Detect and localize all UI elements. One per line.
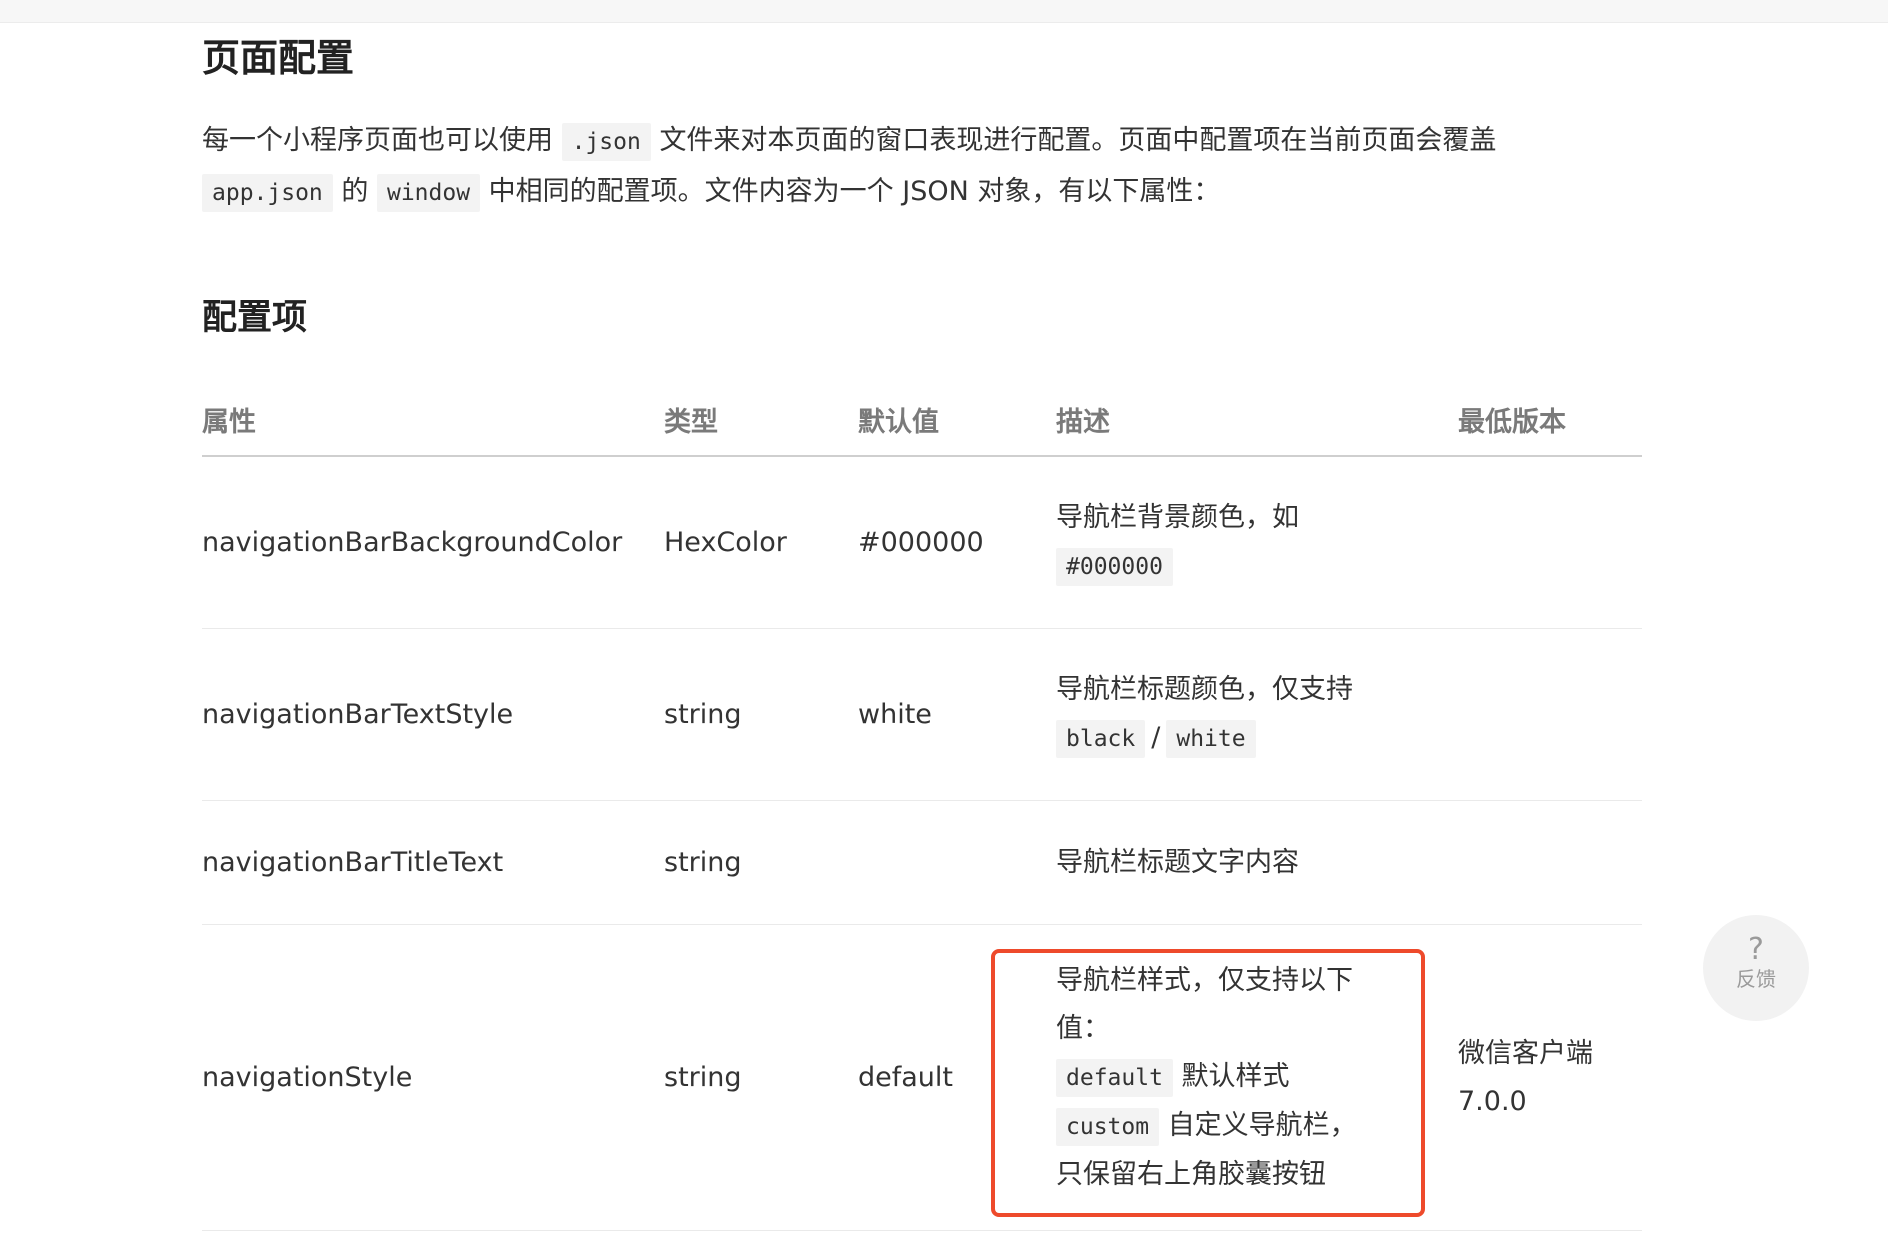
- section-title: 配置项: [202, 298, 308, 338]
- intro-text-1: 每一个小程序页面也可以使用: [202, 125, 553, 156]
- cell-default: default: [858, 924, 1056, 1231]
- desc-custom-text: 自定义导航栏，: [1167, 1109, 1357, 1141]
- desc-code-white: white: [1166, 720, 1256, 758]
- cell-description: 导航栏背景颜色，如 #000000: [1056, 456, 1458, 629]
- cell-type: string: [664, 628, 858, 801]
- cell-default: #000000: [858, 456, 1056, 629]
- desc-text: 导航栏标题文字内容: [1056, 846, 1299, 878]
- intro-code-window: window: [376, 174, 481, 212]
- header-type: 类型: [664, 383, 858, 457]
- cell-min-version: 微信客户端 7.0.0: [1458, 924, 1642, 1231]
- desc-code-line: #000000: [1056, 543, 1458, 590]
- top-bar: [0, 0, 1888, 23]
- page-title: 页面配置: [202, 36, 355, 80]
- intro-paragraph: 每一个小程序页面也可以使用 .json 文件来对本页面的窗口表现进行配置。页面中…: [202, 116, 1642, 218]
- desc-code-line: black / white: [1056, 715, 1458, 762]
- cell-min-version: [1458, 456, 1642, 629]
- intro-text-4: 中相同的配置项。文件内容为一个 JSON 对象，有以下属性：: [488, 176, 1221, 207]
- cell-description: 导航栏标题颜色，仅支持 black / white: [1056, 628, 1458, 801]
- cell-type: string: [664, 800, 858, 925]
- header-default: 默认值: [858, 383, 1056, 457]
- min-version-line-1: 微信客户端: [1458, 1037, 1593, 1069]
- intro-code-app-json: app.json: [202, 174, 333, 212]
- cell-type: string: [664, 924, 858, 1231]
- min-version-line-2: 7.0.0: [1458, 1085, 1527, 1117]
- desc-code-default: default: [1056, 1058, 1173, 1097]
- desc-line-1: 导航栏样式，仅支持以下: [1056, 964, 1353, 996]
- intro-code-json: .json: [561, 123, 651, 161]
- table-row: navigationBarBackgroundColor HexColor #0…: [202, 456, 1642, 629]
- desc-text: 导航栏背景颜色，如: [1056, 502, 1299, 533]
- cell-min-version: [1458, 800, 1642, 925]
- header-property: 属性: [202, 383, 664, 457]
- table-row: navigationBarTitleText string 导航栏标题文字内容: [202, 800, 1642, 925]
- cell-property: navigationBarTitleText: [202, 800, 664, 925]
- desc-code: #000000: [1056, 548, 1173, 586]
- cell-property: navigationStyle: [202, 924, 664, 1231]
- cell-type: HexColor: [664, 456, 858, 629]
- table-header-row: 属性 类型 默认值 描述 最低版本: [202, 383, 1642, 457]
- config-table: 属性 类型 默认值 描述 最低版本 navigationBarBackgroun…: [202, 383, 1642, 1231]
- header-description: 描述: [1056, 383, 1458, 457]
- cell-default: [858, 800, 1056, 925]
- desc-default-text: 默认样式: [1181, 1060, 1290, 1092]
- desc-line-2: 值：: [1056, 1012, 1110, 1044]
- cell-description: 导航栏标题文字内容: [1056, 800, 1458, 925]
- intro-text-2: 文件来对本页面的窗口表现进行配置。页面中配置项在当前页面会覆盖: [659, 125, 1497, 156]
- desc-text: 导航栏标题颜色，仅支持: [1056, 674, 1353, 705]
- table-row: navigationStyle string default 导航栏样式，仅支持…: [202, 924, 1642, 1231]
- desc-line-default: default 默认样式: [1056, 1054, 1458, 1101]
- cell-property: navigationBarTextStyle: [202, 628, 664, 801]
- intro-text-3: 的: [341, 176, 369, 207]
- desc-line-custom: custom 自定义导航栏，: [1056, 1103, 1458, 1150]
- desc-code-custom: custom: [1056, 1107, 1160, 1146]
- header-min-version: 最低版本: [1458, 383, 1642, 457]
- feedback-button[interactable]: ? 反馈: [1703, 915, 1809, 1021]
- table-row: navigationBarTextStyle string white 导航栏标…: [202, 628, 1642, 801]
- cell-property: navigationBarBackgroundColor: [202, 456, 664, 629]
- feedback-label: 反馈: [1736, 967, 1776, 991]
- cell-min-version: [1458, 628, 1642, 801]
- desc-line-5: 只保留右上角胶囊按钮: [1056, 1158, 1326, 1190]
- cell-description: 导航栏样式，仅支持以下 值： default 默认样式 custom 自定义导航…: [1056, 924, 1458, 1231]
- question-mark-icon: ?: [1748, 932, 1764, 967]
- desc-separator: /: [1151, 722, 1161, 753]
- desc-code-black: black: [1056, 720, 1146, 758]
- cell-default: white: [858, 628, 1056, 801]
